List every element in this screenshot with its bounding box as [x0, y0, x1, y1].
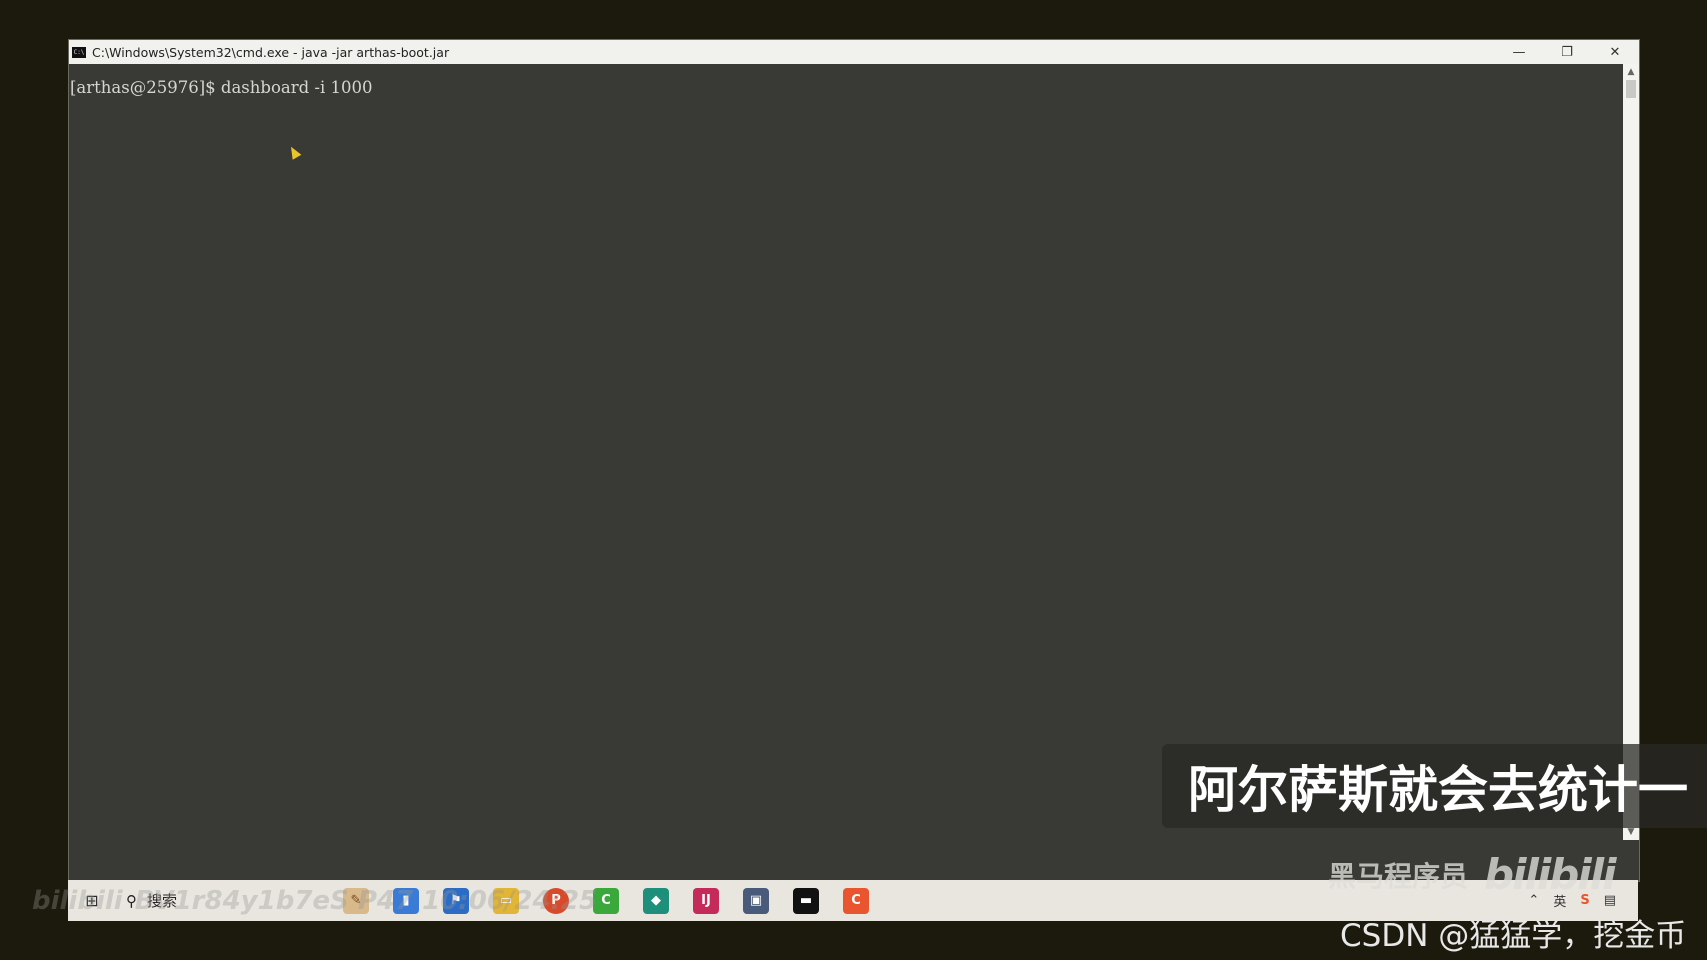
video-subtitle: 阿尔萨斯就会去统计一: [1162, 744, 1707, 828]
window-titlebar[interactable]: C:\ C:\Windows\System32\cmd.exe - java -…: [69, 40, 1639, 64]
restore-button[interactable]: ❐: [1543, 40, 1591, 64]
prompt-line: [arthas@25976]$ dashboard -i 1000: [70, 78, 373, 97]
minimize-button[interactable]: —: [1495, 40, 1543, 64]
bilibili-watermark-logo: bilibili: [32, 886, 123, 916]
brand-name: 黑马程序员: [1328, 859, 1469, 893]
vertical-scrollbar[interactable]: ▲ ▼: [1623, 64, 1639, 840]
bilibili-logo: bilibili: [1484, 850, 1617, 899]
window-controls: — ❐ ✕: [1495, 40, 1639, 64]
console-output[interactable]: [arthas@25976]$ dashboard -i 1000: [69, 64, 1623, 840]
csdn-watermark: CSDN @猛猛学，挖金币: [1340, 918, 1687, 954]
command-text: dashboard -i 1000: [220, 78, 373, 97]
scroll-up-icon[interactable]: ▲: [1623, 64, 1639, 80]
brand-watermark: 黑马程序员 bilibili: [1328, 850, 1617, 899]
scrollbar-thumb[interactable]: [1626, 80, 1636, 98]
windows-app-icon[interactable]: ▣: [743, 887, 769, 914]
prompt: [arthas@25976]$: [70, 78, 216, 97]
bilibili-watermark: bilibili BV1r84y1b7eS P47 10:06/24:25: [32, 886, 597, 916]
close-button[interactable]: ✕: [1591, 40, 1639, 64]
bilibili-video-id: BV1r84y1b7eS P47 10:06/24:25: [134, 886, 598, 916]
cmd-taskbar-icon[interactable]: ▬: [793, 887, 819, 914]
jetbrains-app-icon[interactable]: ◆: [643, 887, 669, 914]
window-title: C:\Windows\System32\cmd.exe - java -jar …: [92, 44, 450, 60]
cmd-icon: C:\: [72, 46, 86, 58]
intellij-idea-icon[interactable]: IJ: [693, 887, 719, 914]
c-app-icon[interactable]: C: [843, 887, 869, 914]
mouse-cursor-icon: [286, 144, 302, 160]
